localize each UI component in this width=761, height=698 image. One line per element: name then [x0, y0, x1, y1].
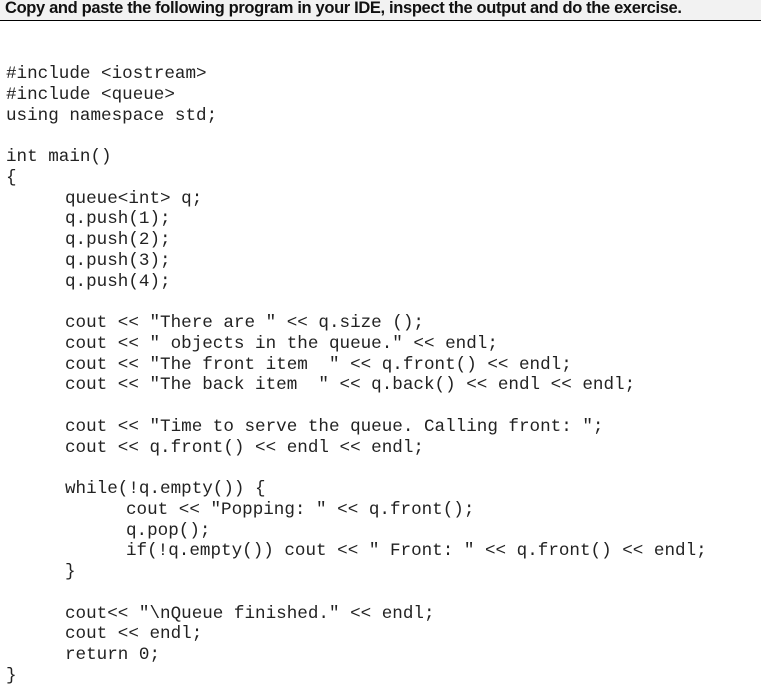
code-line: } — [6, 665, 17, 686]
code-line: return 0; — [65, 645, 161, 665]
code-line: q.push(1); — [65, 209, 171, 230]
code-line: queue<int> q; — [65, 188, 203, 209]
instruction-header: Copy and paste the following program in … — [0, 0, 761, 21]
code-line: int main() — [6, 147, 112, 167]
code-line: cout << "Popping: " << q.front(); — [126, 499, 475, 520]
code-line: if(!q.empty()) cout << " Front: " << q.f… — [126, 541, 707, 562]
code-line: cout<< "\nQueue finished." << endl; — [65, 603, 435, 624]
code-line: q.push(3); — [65, 250, 171, 271]
code-line: using namespace std; — [6, 105, 218, 126]
code-line: } — [65, 562, 76, 582]
code-line: cout << "Time to serve the queue. Callin… — [65, 416, 604, 437]
code-line: cout << "The back item " << q.back() << … — [65, 375, 636, 396]
code-line: #include <queue> — [6, 84, 175, 105]
code-line: { — [6, 167, 17, 188]
code-line: cout << endl; — [65, 624, 203, 645]
code-line: cout << "There are " << q.size (); — [65, 313, 424, 333]
code-line: cout << "The front item " << q.front() <… — [65, 354, 572, 375]
code-line: cout << " objects in the queue." << endl… — [65, 333, 498, 354]
code-line: q.push(4); — [65, 271, 171, 292]
code-line: #include <iostream> — [6, 64, 207, 84]
instruction-title: Copy and paste the following program in … — [5, 0, 682, 17]
code-line: q.push(2); — [65, 230, 171, 250]
code-line: cout << q.front() << endl << endl; — [65, 437, 424, 458]
code-line: q.pop(); — [126, 520, 211, 541]
code-line: while(!q.empty()) { — [65, 479, 266, 499]
